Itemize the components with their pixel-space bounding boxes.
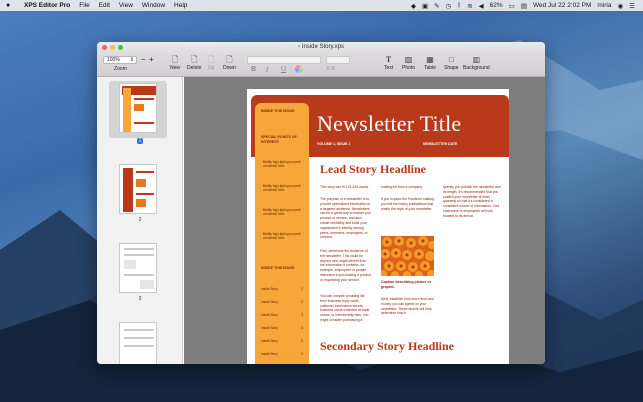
photo-button[interactable]: ▨ Photo — [402, 54, 415, 71]
bold-button[interactable]: B — [251, 66, 256, 73]
col1-para-3[interactable]: First, determine the audience of the new… — [320, 249, 372, 283]
col1-para-1[interactable]: This story can fit 175-225 words. — [320, 185, 372, 190]
page-down-icon: 🗋 — [226, 55, 233, 64]
notification-center-icon[interactable]: ☰ — [629, 2, 635, 10]
font-size-select[interactable] — [326, 56, 350, 64]
toc-row[interactable]: Inside Story 2 — [261, 287, 303, 291]
side-bullet-3[interactable]: Briefly high-light your point of interes… — [263, 208, 303, 216]
chevron-updown-icon: ⇕ — [129, 57, 134, 63]
dropbox-icon[interactable]: ◆ — [411, 2, 416, 10]
col2-para-2[interactable]: If you explore the Publisher catalog, yo… — [381, 197, 436, 211]
page-number-3: 3 — [138, 296, 142, 302]
title-bar: ▫ Inside Story.xps — [97, 42, 545, 53]
down-button[interactable]: 🗋 Down — [223, 54, 236, 71]
battery-icon[interactable]: ▭ — [509, 2, 515, 10]
table-icon: ▦ — [426, 55, 434, 64]
flower-photo[interactable] — [381, 236, 434, 276]
side-inside-heading[interactable]: INSIDE THIS ISSUE: — [261, 109, 301, 114]
photo-icon: ▨ — [404, 55, 413, 64]
user-name[interactable]: miria — [597, 2, 611, 9]
toc-row[interactable]: Inside Story 5 — [261, 339, 303, 343]
toolbar: 100% ⇕ − + Zoom 🗋 New 🗋 Delete 🗋 Up 🗋 Do… — [97, 53, 545, 77]
menu-edit[interactable]: Edit — [99, 2, 110, 9]
toc-row[interactable]: Inside Story 2 — [261, 300, 303, 304]
table-button[interactable]: ▦ Table — [424, 54, 436, 71]
col3-para-1[interactable]: quently you publish the newsletter and i… — [443, 185, 503, 219]
page-thumbnail-3[interactable] — [119, 243, 157, 293]
up-button[interactable]: 🗋 Up — [208, 54, 214, 71]
apple-menu-icon[interactable]: ● — [6, 2, 16, 9]
menu-bar: ● XPS Editor Pro File Edit View Window H… — [0, 0, 643, 11]
volume-icon[interactable]: ◀ — [479, 2, 484, 10]
toc-row[interactable]: Inside Story 4 — [261, 326, 303, 330]
background-icon: ▥ — [472, 55, 481, 64]
app-window: ▫ Inside Story.xps 100% ⇕ − + Zoom 🗋 New… — [97, 42, 545, 364]
font-family-select[interactable] — [247, 56, 321, 64]
zoom-label: Zoom — [114, 66, 127, 72]
wifi-icon[interactable]: ≋ — [467, 2, 472, 10]
menu-view[interactable]: View — [119, 2, 133, 9]
side-bullet-4[interactable]: Briefly high-light your point of interes… — [263, 232, 303, 240]
underline-button[interactable]: U — [281, 66, 286, 73]
secondary-story-headline[interactable]: Secondary Story Headline — [320, 339, 454, 354]
zoom-in-button[interactable]: + — [149, 55, 154, 64]
screen-icon[interactable]: ▣ — [422, 2, 428, 10]
menu-window[interactable]: Window — [142, 2, 165, 9]
text-icon: T — [385, 55, 392, 64]
delete-page-icon: 🗋 — [191, 55, 198, 64]
side-bullet-2[interactable]: Briefly high-light your point of interes… — [263, 184, 303, 192]
col2-para-3[interactable]: Next, establish how much time and money … — [381, 297, 436, 316]
page-number-1: 1 — [136, 138, 144, 144]
page-thumbnail-sidebar: 1 2 3 — [97, 77, 183, 364]
time-machine-icon[interactable]: ◷ — [446, 2, 452, 10]
document-page[interactable]: Newsletter Title VOLUME 1, ISSUE 1 NEWSL… — [247, 89, 509, 364]
lead-story-headline[interactable]: Lead Story Headline — [320, 162, 426, 177]
evernote-icon[interactable]: ✎ — [434, 2, 439, 10]
inside-issue-heading[interactable]: INSIDE THIS ISSUE: — [261, 266, 301, 271]
menubar-clock[interactable]: Wed Jul 22 2:02 PM — [533, 2, 591, 9]
zoom-out-button[interactable]: − — [141, 55, 146, 64]
newsletter-date[interactable]: NEWSLETTER DATE — [423, 142, 457, 146]
text-button[interactable]: T Text — [384, 54, 393, 71]
special-points-heading[interactable]: SPECIAL POINTS OF INTEREST: — [261, 135, 301, 144]
col1-para-2[interactable]: The purpose of a newsletter is to provid… — [320, 197, 372, 240]
newsletter-title[interactable]: Newsletter Title — [317, 111, 461, 137]
toc-row[interactable]: Inside Story 6 — [261, 352, 303, 356]
shape-icon: □ — [448, 55, 454, 64]
photo-caption[interactable]: Caption describing picture or graphic. — [381, 280, 436, 289]
siri-icon[interactable]: ◉ — [618, 2, 624, 10]
shape-button[interactable]: □ Shape — [444, 54, 458, 71]
page-thumbnail-4[interactable] — [119, 322, 157, 364]
side-bullet-1[interactable]: Briefly high-light your point of interes… — [263, 160, 303, 168]
volume-issue[interactable]: VOLUME 1, ISSUE 1 — [317, 142, 350, 146]
col2-para-1[interactable]: mailing list from a company. — [381, 185, 436, 190]
menu-app-name[interactable]: XPS Editor Pro — [24, 2, 70, 9]
col1-para-4[interactable]: You can compile a mailing list from busi… — [320, 294, 372, 323]
new-button[interactable]: 🗋 New — [170, 54, 180, 71]
zoom-select[interactable]: 100% ⇕ — [103, 56, 137, 64]
new-page-icon: 🗋 — [171, 55, 179, 64]
page-thumbnail-2[interactable] — [119, 164, 157, 214]
document-canvas[interactable]: Newsletter Title VOLUME 1, ISSUE 1 NEWSL… — [184, 77, 545, 364]
page-thumbnail-1[interactable] — [119, 83, 157, 133]
battery-percent[interactable]: 62% — [490, 2, 503, 9]
bluetooth-icon[interactable]: ᛒ — [457, 2, 461, 9]
status-area: ◆ ▣ ✎ ◷ ᛒ ≋ ◀ 62% ▭ ▤ Wed Jul 22 2:02 PM… — [411, 2, 635, 10]
page-up-icon: 🗋 — [208, 55, 215, 64]
align-buttons[interactable]: ≡ ≡ — [326, 66, 350, 74]
toc-row[interactable]: Inside Story 3 — [261, 313, 303, 317]
color-picker-icon[interactable] — [295, 65, 303, 73]
background-button[interactable]: ▥ Background — [463, 54, 490, 71]
menu-help[interactable]: Help — [174, 2, 187, 9]
menu-file[interactable]: File — [79, 2, 89, 9]
flag-icon[interactable]: ▤ — [521, 2, 527, 10]
document-icon: ▫ — [297, 44, 301, 50]
delete-button[interactable]: 🗋 Delete — [187, 54, 201, 71]
page-number-2: 2 — [138, 217, 142, 223]
italic-button[interactable]: I — [266, 66, 268, 74]
window-title: ▫ Inside Story.xps — [297, 44, 345, 50]
